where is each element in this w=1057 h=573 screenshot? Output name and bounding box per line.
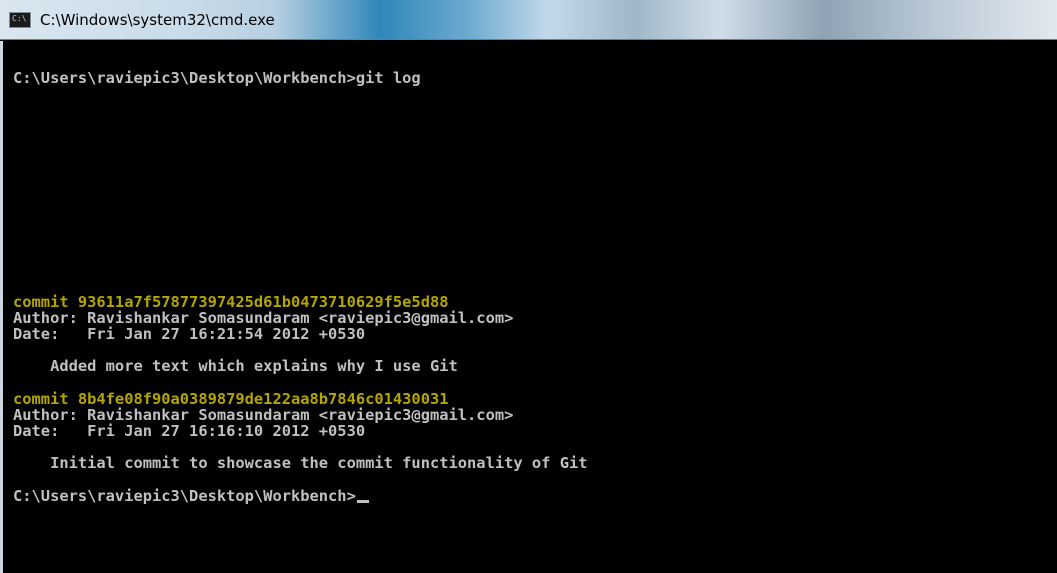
cmd-window: C:\ C:\Windows\system32\cmd.exe C:\Users… (0, 0, 1057, 573)
title-bar[interactable]: C:\ C:\Windows\system32\cmd.exe (0, 0, 1057, 40)
prompt-command-line: C:\Users\raviepic3\Desktop\Workbench>git… (13, 69, 421, 87)
console-output[interactable]: C:\Users\raviepic3\Desktop\Workbench>git… (0, 41, 1057, 573)
cmd-icon[interactable]: C:\ (9, 12, 31, 28)
final-prompt-line: C:\Users\raviepic3\Desktop\Workbench> (13, 488, 369, 505)
date-line: Date: Fri Jan 27 16:21:54 2012 +0530 (13, 325, 366, 343)
commit-message-line: Added more text which explains why I use… (13, 357, 458, 375)
commit-message-line: Initial commit to showcase the commit fu… (13, 454, 588, 472)
window-title: C:\Windows\system32\cmd.exe (40, 11, 275, 29)
text-cursor (356, 500, 369, 503)
date-line: Date: Fri Jan 27 16:16:10 2012 +0530 (13, 422, 366, 440)
final-prompt-text: C:\Users\raviepic3\Desktop\Workbench> (13, 487, 356, 505)
